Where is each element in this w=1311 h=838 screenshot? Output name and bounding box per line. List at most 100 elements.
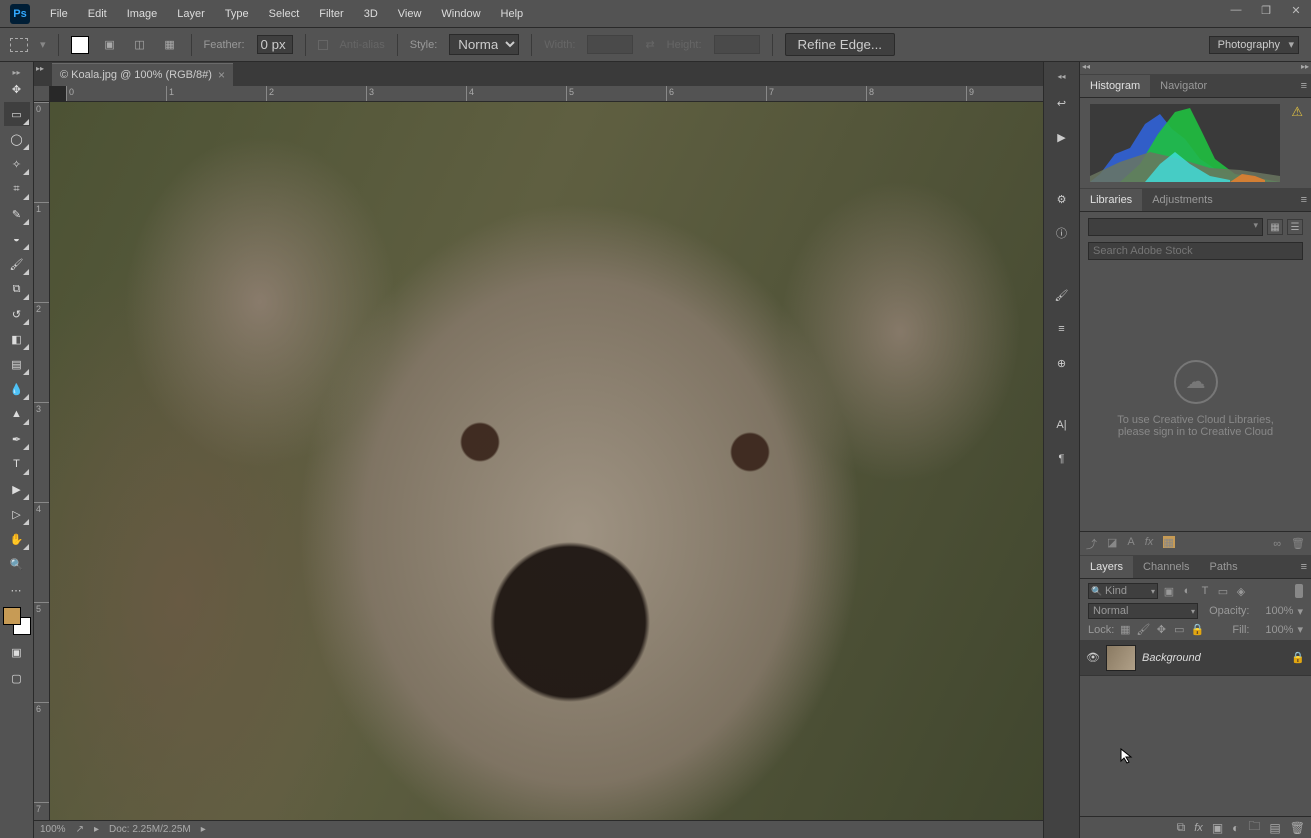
lib-trash-icon[interactable]: 🗑 — [1291, 537, 1305, 550]
tool-clone-stamp[interactable]: ⧉ — [4, 277, 30, 301]
group-icon[interactable]: 🗀 — [1248, 817, 1260, 838]
document-tab[interactable]: © Koala.jpg @ 100% (RGB/8#) × — [52, 63, 233, 86]
lib-link-icon[interactable]: ∞ — [1273, 538, 1281, 550]
new-layer-icon[interactable]: ▤ — [1269, 821, 1280, 835]
layer-fx-icon[interactable]: fx — [1194, 822, 1203, 834]
lock-icon[interactable]: 🔒 — [1291, 651, 1305, 664]
tab-navigator[interactable]: Navigator — [1150, 75, 1217, 97]
panel-menu-icon[interactable]: ≡ — [1301, 194, 1307, 206]
list-view-icon[interactable]: ☰ — [1287, 219, 1303, 235]
zoom-level[interactable]: 100% — [40, 824, 66, 835]
histogram-warning-icon[interactable]: ⚠ — [1291, 104, 1303, 120]
horizontal-ruler[interactable]: 0123456789 — [66, 86, 1043, 102]
tool-pen[interactable]: ✒ — [4, 427, 30, 451]
menu-3d[interactable]: 3D — [354, 2, 388, 26]
tab-layers[interactable]: Layers — [1080, 556, 1133, 578]
foreground-color-swatch[interactable] — [3, 607, 21, 625]
tool-path-selection[interactable]: ▶ — [4, 477, 30, 501]
tool-blur[interactable]: 💧 — [4, 377, 30, 401]
vertical-ruler[interactable]: 01234567 — [34, 102, 50, 820]
lock-position-icon[interactable]: ✥ — [1154, 623, 1168, 636]
close-button[interactable]: ✕ — [1281, 0, 1311, 20]
tool-lasso[interactable]: ◯ — [4, 127, 30, 151]
panel-icon-brushes[interactable]: 🖌 — [1050, 283, 1074, 307]
tool-hand[interactable]: ✋ — [4, 527, 30, 551]
tool-rectangular-marquee[interactable]: ▭ — [4, 102, 30, 126]
panel-icon-brush-presets[interactable]: ≡ — [1050, 317, 1074, 341]
layer-mask-icon[interactable]: ▣ — [1212, 821, 1223, 835]
menu-file[interactable]: File — [40, 2, 78, 26]
lock-all-icon[interactable]: 🔒 — [1190, 623, 1204, 636]
visibility-icon[interactable]: 👁 — [1086, 651, 1100, 664]
swap-wh-icon[interactable]: ⇄ — [645, 38, 654, 51]
panel-icon-info[interactable]: ⓘ — [1050, 221, 1074, 245]
close-tab-icon[interactable]: × — [218, 68, 225, 82]
add-selection-icon[interactable]: ▣ — [101, 36, 119, 54]
tool-direct-selection[interactable]: ▷ — [4, 502, 30, 526]
lock-pixels-icon[interactable]: 🖌 — [1136, 623, 1150, 636]
link-layers-icon[interactable]: ⧉ — [1177, 820, 1186, 835]
tool-history-brush[interactable]: ↺ — [4, 302, 30, 326]
tab-libraries[interactable]: Libraries — [1080, 189, 1142, 211]
maximize-button[interactable]: ❐ — [1251, 0, 1281, 20]
tab-channels[interactable]: Channels — [1133, 556, 1199, 578]
tab-paths[interactable]: Paths — [1200, 556, 1248, 578]
tool-brush[interactable]: 🖌 — [4, 252, 30, 276]
tool-eyedropper[interactable]: ✎ — [4, 202, 30, 226]
panel-icon-history[interactable]: ↩ — [1050, 91, 1074, 115]
filter-smart-icon[interactable]: ◈ — [1234, 585, 1248, 598]
grid-view-icon[interactable]: ▦ — [1267, 219, 1283, 235]
edit-toolbar-icon[interactable]: ⋯ — [4, 578, 30, 602]
filter-type-icon[interactable]: T — [1198, 585, 1212, 597]
filter-image-icon[interactable]: ▣ — [1162, 585, 1176, 598]
lib-char-icon[interactable]: A — [1127, 536, 1134, 552]
tool-gradient[interactable]: ▤ — [4, 352, 30, 376]
blend-mode-select[interactable]: Normal — [1088, 603, 1198, 619]
panel-menu-icon[interactable]: ≡ — [1301, 80, 1307, 92]
tool-dodge[interactable]: ▲ — [4, 402, 30, 426]
lib-upload-icon[interactable]: ⤴ — [1086, 536, 1097, 552]
intersect-selection-icon[interactable]: ▦ — [161, 36, 179, 54]
opacity-value[interactable]: 100% — [1253, 605, 1293, 617]
filter-adjust-icon[interactable]: ◐ — [1180, 585, 1194, 597]
fill-value[interactable]: 100% — [1253, 624, 1293, 636]
tool-eraser[interactable]: ◧ — [4, 327, 30, 351]
tool-move[interactable]: ✥ — [4, 77, 30, 101]
layer-name[interactable]: Background — [1142, 652, 1285, 664]
stock-search-input[interactable] — [1088, 242, 1303, 260]
fill-adjust-icon[interactable]: ◐ — [1232, 821, 1239, 835]
subtract-selection-icon[interactable]: ◫ — [131, 36, 149, 54]
menu-help[interactable]: Help — [491, 2, 534, 26]
canvas[interactable] — [50, 102, 1043, 820]
menu-type[interactable]: Type — [215, 2, 259, 26]
lib-swatch-icon[interactable]: ▦ — [1163, 536, 1175, 548]
lib-graphic-icon[interactable]: ◪ — [1107, 536, 1117, 552]
feather-input[interactable] — [257, 35, 293, 54]
menu-filter[interactable]: Filter — [309, 2, 353, 26]
tool-zoom[interactable]: 🔍 — [4, 552, 30, 576]
delete-layer-icon[interactable]: 🗑 — [1290, 821, 1305, 835]
screen-mode-icon[interactable]: ▢ — [4, 666, 30, 690]
tool-spot-healing[interactable]: ◒ — [4, 227, 30, 251]
tab-adjustments[interactable]: Adjustments — [1142, 189, 1223, 211]
tool-quick-selection[interactable]: ✧ — [4, 152, 30, 176]
menu-edit[interactable]: Edit — [78, 2, 117, 26]
lock-trans-icon[interactable]: ▦ — [1118, 623, 1132, 636]
filter-toggle-icon[interactable] — [1295, 584, 1303, 598]
panel-icon-paragraph[interactable]: ¶ — [1050, 447, 1074, 471]
menu-window[interactable]: Window — [431, 2, 490, 26]
style-select[interactable]: Normal — [449, 34, 519, 55]
new-selection-icon[interactable] — [71, 36, 89, 54]
layer-row[interactable]: 👁 Background 🔒 — [1080, 640, 1311, 676]
tool-crop[interactable]: ⌗ — [4, 177, 30, 201]
panel-icon-actions[interactable]: ▶ — [1050, 125, 1074, 149]
lock-artboard-icon[interactable]: ▭ — [1172, 623, 1186, 636]
panel-icon-properties[interactable]: ⚙ — [1050, 187, 1074, 211]
menu-image[interactable]: Image — [117, 2, 168, 26]
width-input[interactable] — [587, 35, 633, 54]
color-swatches[interactable] — [3, 607, 31, 635]
expand-dock-icon[interactable]: ▸▸ — [34, 62, 46, 74]
lib-fx-icon[interactable]: fx — [1145, 536, 1154, 552]
panel-menu-icon[interactable]: ≡ — [1301, 561, 1307, 573]
workspace-switcher[interactable]: Photography — [1209, 36, 1299, 54]
